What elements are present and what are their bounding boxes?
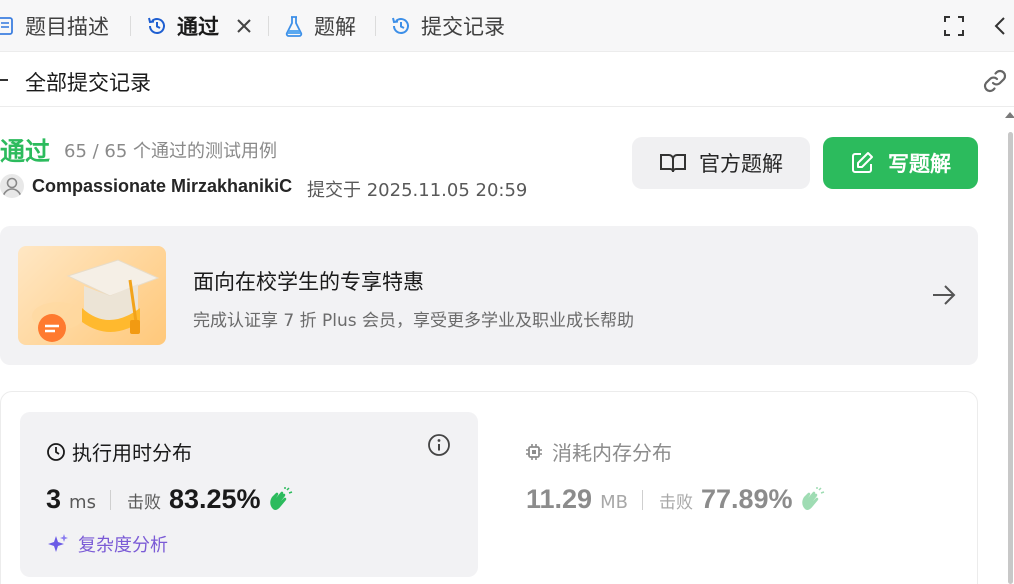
clock-icon: [46, 442, 66, 462]
flask-icon: [283, 15, 305, 37]
runtime-beats-label: 击败: [126, 493, 161, 513]
memory-beats-value: 77.89%: [700, 484, 793, 514]
submission-time: 提交于 2025.11.05 20:59: [307, 180, 528, 201]
sparkle-icon: [46, 532, 70, 556]
complexity-analysis-link[interactable]: 复杂度分析: [46, 531, 168, 557]
runtime-title-label: 执行用时分布: [72, 441, 192, 465]
tab-submissions-label: 提交记录: [421, 15, 505, 39]
scroll-up-arrow[interactable]: [1005, 112, 1014, 118]
edit-icon: [850, 151, 874, 175]
graduation-cap-illustration: [18, 246, 166, 345]
complexity-analysis-label: 复杂度分析: [78, 535, 168, 556]
divider: [641, 489, 643, 510]
submission-header: 全部提交记录: [0, 53, 1014, 107]
tab-bar: 题目描述 通过 题解 提交记录: [0, 0, 1014, 52]
description-icon: [0, 15, 16, 37]
history-icon: [390, 15, 412, 37]
runtime-value: 3: [46, 484, 62, 514]
back-arrow-icon[interactable]: [0, 79, 8, 81]
tab-description[interactable]: 题目描述: [0, 0, 109, 52]
share-link-icon[interactable]: [980, 66, 1010, 96]
tab-divider: [375, 16, 376, 36]
avatar[interactable]: [0, 174, 24, 198]
username[interactable]: Compassionate MirzakhanikiC: [32, 176, 292, 197]
clap-hands-icon: [267, 486, 293, 513]
arrow-right-icon[interactable]: [930, 283, 958, 307]
tab-description-label: 题目描述: [25, 15, 109, 39]
write-solution-label: 写题解: [888, 152, 951, 176]
info-icon[interactable]: [427, 433, 451, 457]
tab-submissions[interactable]: 提交记录: [390, 0, 505, 52]
tab-solutions[interactable]: 题解: [283, 0, 356, 52]
runtime-stats: 3 ms 击败 83.25%: [46, 484, 293, 515]
tab-accepted[interactable]: 通过: [146, 0, 219, 52]
tab-accepted-label: 通过: [177, 15, 219, 39]
memory-title-label: 消耗内存分布: [552, 441, 672, 465]
chip-icon: [524, 442, 544, 462]
tab-divider: [268, 16, 269, 36]
runtime-beats-value: 83.25%: [168, 484, 261, 514]
memory-value: 11.29: [526, 484, 593, 514]
all-submissions-link[interactable]: 全部提交记录: [25, 67, 151, 97]
close-tab-icon[interactable]: [233, 13, 255, 39]
testcase-count: 65 / 65 个通过的测试用例: [64, 141, 278, 162]
book-icon: [659, 152, 687, 174]
memory-stats: 11.29 MB 击败 77.89%: [526, 484, 825, 515]
runtime-title: 执行用时分布: [46, 437, 192, 466]
official-solution-label: 官方题解: [699, 152, 783, 176]
tab-solutions-label: 题解: [314, 15, 356, 39]
divider: [109, 489, 111, 510]
promo-title: 面向在校学生的专享特惠: [193, 270, 424, 294]
fullscreen-icon[interactable]: [942, 13, 966, 39]
memory-unit: MB: [600, 492, 628, 513]
promo-subtitle: 完成认证享 7 折 Plus 会员，享受更多学业及职业成长帮助: [193, 311, 635, 331]
clap-hands-icon: [799, 486, 825, 513]
tab-divider: [130, 16, 131, 36]
collapse-panel-icon[interactable]: [988, 13, 1012, 39]
memory-beats-label: 击败: [658, 493, 693, 513]
runtime-unit: ms: [69, 492, 96, 513]
scrollbar-thumb[interactable]: [1008, 132, 1013, 584]
official-solution-button[interactable]: 官方题解: [632, 137, 810, 189]
result-status: 通过: [0, 137, 51, 166]
write-solution-button[interactable]: 写题解: [823, 137, 978, 189]
memory-title[interactable]: 消耗内存分布: [524, 437, 672, 466]
history-icon: [146, 15, 168, 37]
student-promo-banner[interactable]: 面向在校学生的专享特惠 完成认证享 7 折 Plus 会员，享受更多学业及职业成…: [0, 226, 978, 365]
